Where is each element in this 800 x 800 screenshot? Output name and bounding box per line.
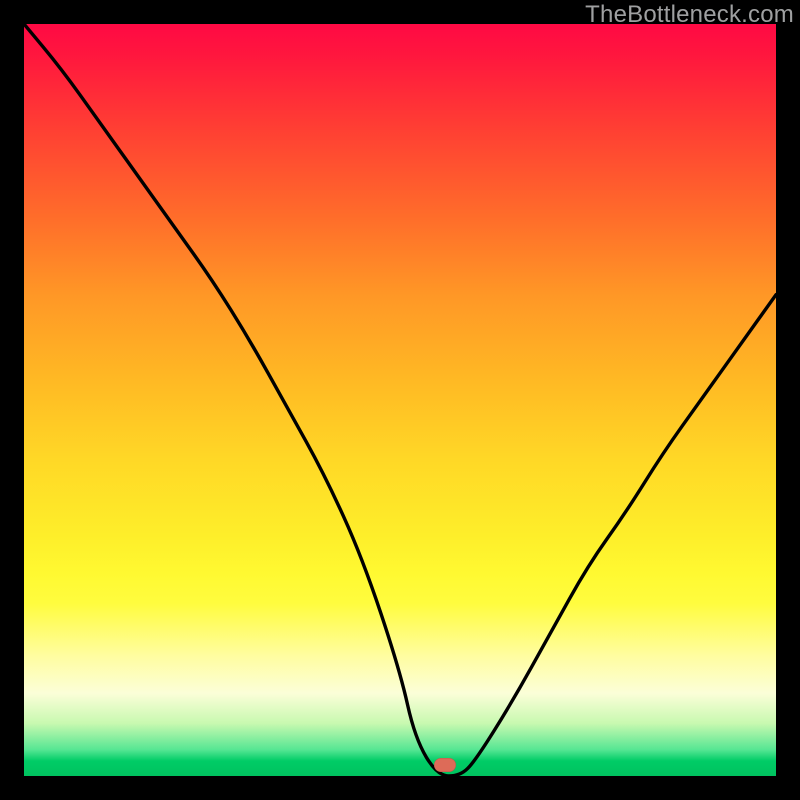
- current-point-marker: [434, 758, 456, 772]
- chart-area: [24, 24, 776, 776]
- bottleneck-curve: [24, 24, 776, 776]
